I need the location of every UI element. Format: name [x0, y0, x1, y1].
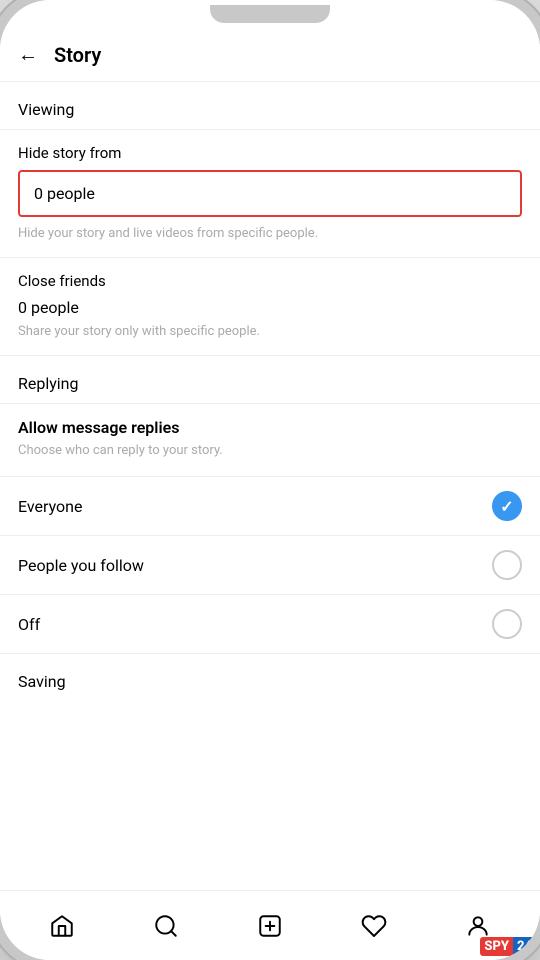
close-friends-value: 0 people — [18, 298, 522, 317]
header: ← Story — [0, 28, 540, 82]
close-friends-label: Close friends — [18, 272, 522, 290]
allow-replies-block: Allow message replies Choose who can rep… — [0, 404, 540, 477]
radio-everyone[interactable]: Everyone — [0, 477, 540, 536]
hide-story-label: Hide story from — [18, 144, 522, 162]
spy-text: SPY — [480, 937, 513, 956]
radio-off-circle[interactable] — [492, 609, 522, 639]
radio-people-follow-circle[interactable] — [492, 550, 522, 580]
spy24-badge: SPY 24 — [480, 937, 536, 956]
radio-people-follow-label: People you follow — [18, 556, 144, 575]
hide-story-from-group[interactable]: Hide story from 0 people Hide your story… — [0, 130, 540, 258]
radio-off[interactable]: Off — [0, 595, 540, 654]
notch — [210, 5, 330, 23]
bottom-nav: SPY 24 — [0, 890, 540, 960]
page-title: Story — [54, 43, 101, 67]
radio-everyone-label: Everyone — [18, 497, 82, 516]
radio-everyone-circle[interactable] — [492, 491, 522, 521]
content: Viewing Hide story from 0 people Hide yo… — [0, 82, 540, 890]
replying-label: Replying — [18, 374, 79, 393]
radio-people-you-follow[interactable]: People you follow — [0, 536, 540, 595]
phone-frame: ← Story Viewing Hide story from 0 people… — [0, 0, 540, 960]
hide-story-value-box[interactable]: 0 people — [18, 170, 522, 217]
allow-replies-title: Allow message replies — [18, 418, 522, 437]
allow-replies-description: Choose who can reply to your story. — [18, 443, 522, 458]
screen: ← Story Viewing Hide story from 0 people… — [0, 28, 540, 960]
viewing-label: Viewing — [18, 100, 74, 119]
replying-section-header: Replying — [0, 356, 540, 404]
add-nav-button[interactable] — [248, 904, 292, 948]
num-text: 24 — [513, 937, 536, 956]
back-button[interactable]: ← — [18, 42, 38, 67]
radio-off-label: Off — [18, 615, 40, 634]
viewing-section-header: Viewing — [0, 82, 540, 130]
saving-label: Saving — [18, 672, 66, 691]
hide-story-description: Hide your story and live videos from spe… — [18, 225, 522, 243]
status-bar — [0, 0, 540, 28]
hide-story-value: 0 people — [34, 184, 95, 203]
close-friends-description: Share your story only with specific peop… — [18, 323, 522, 341]
saving-section: Saving — [0, 654, 540, 701]
home-nav-button[interactable] — [40, 904, 84, 948]
heart-nav-button[interactable] — [352, 904, 396, 948]
close-friends-group[interactable]: Close friends 0 people Share your story … — [0, 258, 540, 356]
search-nav-button[interactable] — [144, 904, 188, 948]
